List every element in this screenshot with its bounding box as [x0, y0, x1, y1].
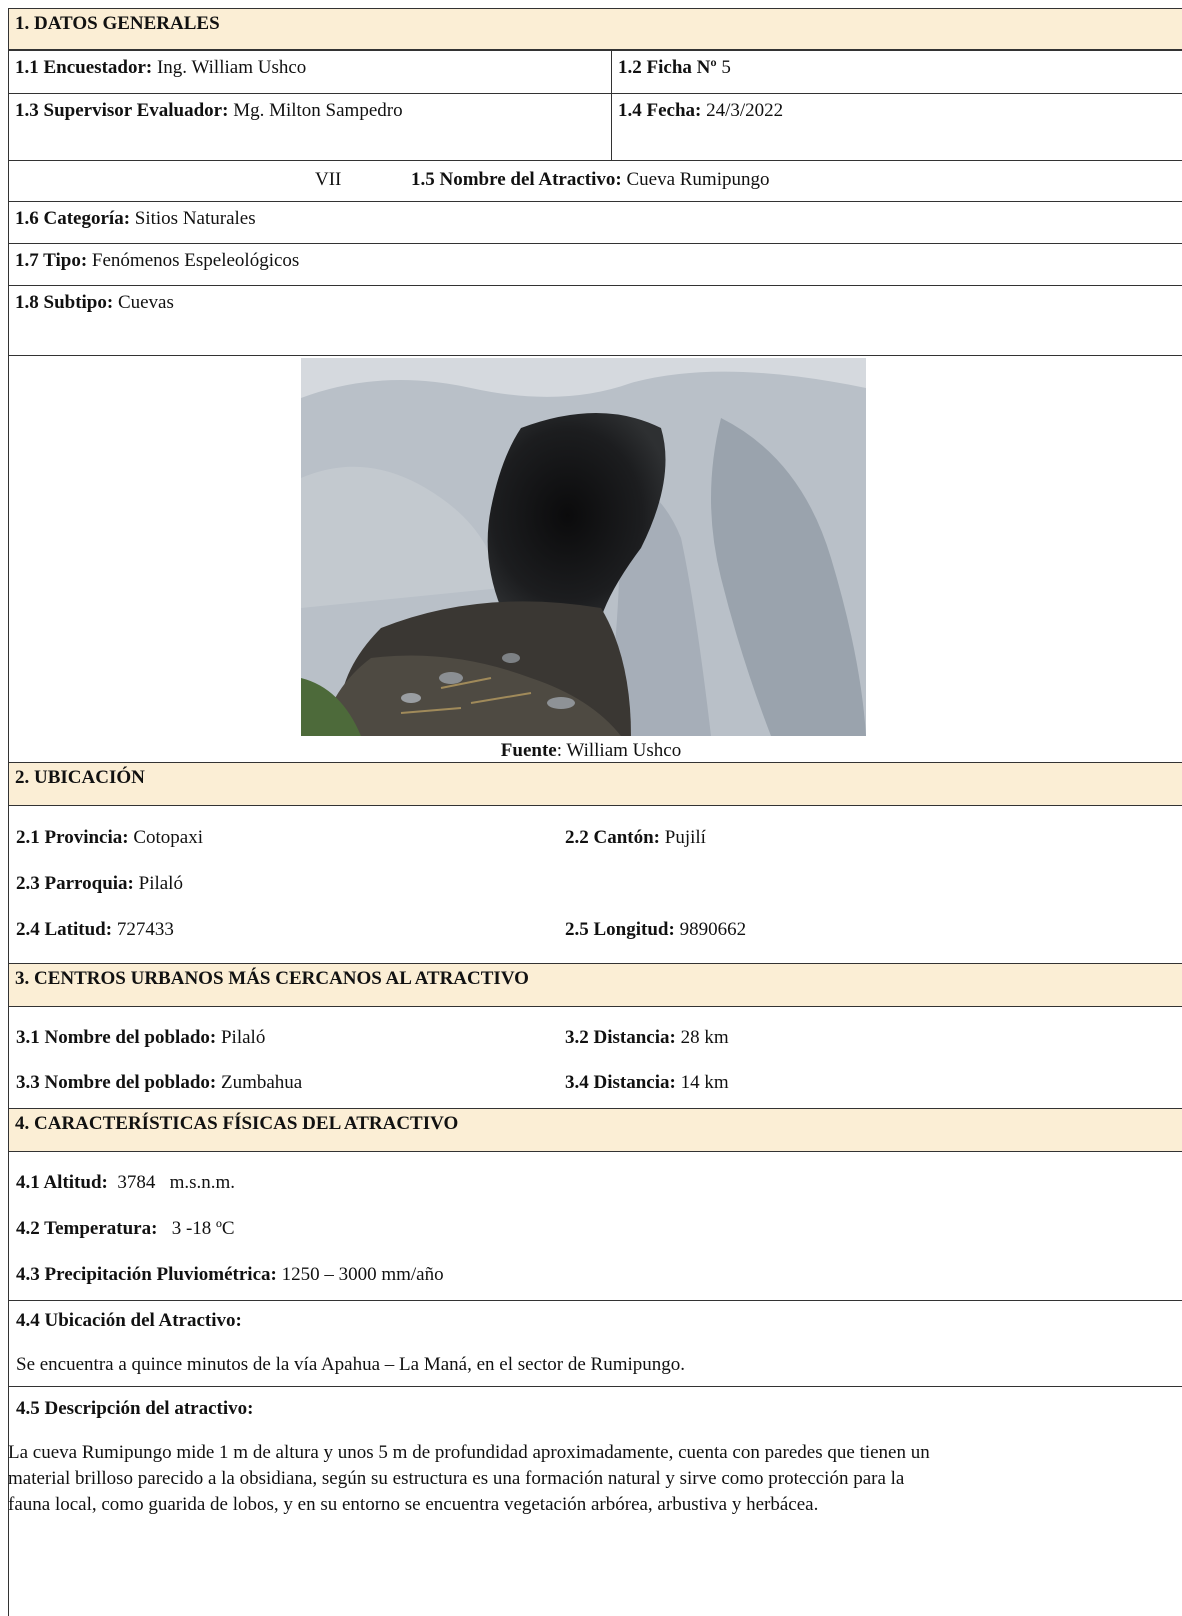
supervisor-value: Mg. Milton Sampedro [233, 100, 403, 121]
section-2-header: 2. UBICACIÓN [8, 762, 1182, 806]
ubicacion-atractivo-text: Se encuentra a quince minutos de la vía … [16, 1354, 686, 1375]
section-1-header: 1. DATOS GENERALES [8, 8, 1182, 50]
cave-photo [301, 358, 866, 736]
fecha-cell: 1.4 Fecha: 24/3/2022 [611, 93, 1182, 161]
fuente-caption: Fuente: William Ushco [500, 740, 682, 761]
categoria-value: Sitios Naturales [134, 208, 256, 229]
encuestador-cell: 1.1 Encuestador: Ing. William Ushco [8, 50, 612, 94]
parroquia: 2.3 Parroquia: Pilaló [16, 873, 183, 894]
temperatura: 4.2 Temperatura: 3 -18 ºC [16, 1218, 235, 1239]
section-4-title: 4. CARACTERÍSTICAS FÍSICAS DEL ATRACTIVO [15, 1113, 459, 1134]
ficha-value: 5 [721, 57, 731, 78]
ficha-cell: 1.2 Ficha Nº 5 [611, 50, 1182, 94]
descripcion-line-2: material brilloso parecido a la obsidian… [8, 1468, 905, 1489]
provincia: 2.1 Provincia: Cotopaxi [16, 827, 204, 848]
section-4-header: 4. CARACTERÍSTICAS FÍSICAS DEL ATRACTIVO [8, 1108, 1182, 1152]
canton: 2.2 Cantón: Pujilí [565, 827, 706, 848]
descripcion-line-1: La cueva Rumipungo mide 1 m de altura y … [8, 1442, 930, 1463]
section-1-title: 1. DATOS GENERALES [15, 13, 220, 34]
roman-numeral: VII [315, 169, 342, 190]
descripcion-atractivo-title: 4.5 Descripción del atractivo: [16, 1398, 254, 1419]
categoria-row: 1.6 Categoría: Sitios Naturales [8, 201, 1182, 244]
latitud: 2.4 Latitud: 727433 [16, 919, 174, 940]
supervisor-cell: 1.3 Supervisor Evaluador: Mg. Milton Sam… [8, 93, 612, 161]
poblado-1: 3.1 Nombre del poblado: Pilaló [16, 1027, 266, 1048]
tipo-value: Fenómenos Espeleológicos [91, 250, 300, 271]
nombre-value: Cueva Rumipungo [626, 169, 770, 190]
section-3-header: 3. CENTROS URBANOS MÁS CERCANOS AL ATRAC… [8, 963, 1182, 1007]
encuestador-value: Ing. William Ushco [156, 57, 307, 78]
poblado-2: 3.3 Nombre del poblado: Zumbahua [16, 1072, 303, 1093]
ubicacion-atractivo-title: 4.4 Ubicación del Atractivo: [16, 1310, 242, 1331]
nombre-atractivo: 1.5 Nombre del Atractivo: Cueva Rumipung… [411, 169, 770, 190]
fecha-value: 24/3/2022 [706, 100, 784, 121]
longitud: 2.5 Longitud: 9890662 [565, 919, 747, 940]
descripcion-line-3: fauna local, como guarida de lobos, y en… [8, 1494, 819, 1515]
section-3-title: 3. CENTROS URBANOS MÁS CERCANOS AL ATRAC… [15, 968, 529, 989]
tipo-row: 1.7 Tipo: Fenómenos Espeleológicos [8, 243, 1182, 286]
subtipo-row: 1.8 Subtipo: Cuevas [8, 285, 1182, 356]
subtipo-value: Cuevas [117, 292, 174, 313]
precipitacion: 4.3 Precipitación Pluviométrica: 1250 – … [16, 1264, 444, 1285]
distancia-1: 3.2 Distancia: 28 km [565, 1027, 729, 1048]
nombre-atractivo-row: VII 1.5 Nombre del Atractivo: Cueva Rumi… [8, 160, 1182, 202]
fuente-value: : William Ushco [556, 740, 682, 761]
section-2-title: 2. UBICACIÓN [15, 767, 145, 788]
distancia-2: 3.4 Distancia: 14 km [565, 1072, 729, 1093]
ficha-page: 1. DATOS GENERALES 1.1 Encuestador: Ing.… [0, 0, 1182, 1616]
altitud: 4.1 Altitud: 3784 m.s.n.m. [16, 1172, 236, 1193]
